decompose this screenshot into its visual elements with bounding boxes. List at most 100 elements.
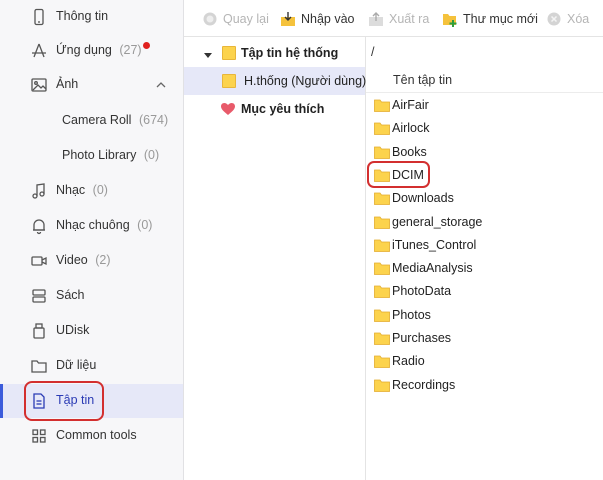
sidebar-item-label: Dữ liệu: [56, 358, 97, 372]
folder-tree: Tập tin hệ thống H.thống (Người dùng) Mụ…: [184, 37, 366, 480]
delete-button[interactable]: Xóa: [546, 9, 589, 29]
heart-icon: [220, 101, 236, 117]
sidebar-item-books[interactable]: Sách: [0, 279, 183, 313]
sidebar-item-video[interactable]: Video (2): [0, 244, 183, 278]
file-row[interactable]: iTunes_Control: [366, 234, 603, 257]
file-row[interactable]: PhotoData: [366, 280, 603, 303]
back-label: Quay lại: [223, 12, 269, 26]
file-row[interactable]: Photos: [366, 304, 603, 327]
highlight-annotation: [24, 381, 104, 421]
folder-icon: [374, 332, 390, 345]
folder-icon: [374, 285, 390, 299]
sidebar-item-count: (27): [119, 43, 142, 57]
sidebar-item-label: Ứng dụng: [56, 43, 112, 57]
folder-icon: [374, 99, 390, 112]
column-header-label: Tên tập tin: [393, 73, 453, 87]
file-name: Airlock: [392, 121, 430, 136]
grid-icon: [30, 427, 48, 445]
sidebar-item-data[interactable]: Dữ liệu: [0, 349, 183, 383]
sidebar-item-label: Video: [56, 253, 88, 267]
tree-item-system-files[interactable]: Tập tin hệ thống: [184, 39, 365, 67]
sidebar-item-apps[interactable]: Ứng dụng (27): [0, 34, 183, 68]
folder-icon: [374, 216, 390, 229]
toolbar: Quay lại Nhập vào Xuất ra Thư mục mới Xó…: [184, 0, 603, 37]
image-icon: [30, 76, 48, 94]
file-row[interactable]: Downloads: [366, 187, 603, 210]
export-button[interactable]: Xuất ra: [368, 9, 429, 29]
sidebar-item-photo-library[interactable]: Photo Library (0): [0, 139, 183, 173]
file-name: MediaAnalysis: [392, 261, 473, 276]
sidebar-item-music[interactable]: Nhạc (0): [0, 174, 183, 208]
folder-icon: [30, 357, 48, 375]
back-button[interactable]: Quay lại: [202, 9, 269, 29]
sidebar-item-udisk[interactable]: UDisk: [0, 314, 183, 348]
tree-item-user-system[interactable]: H.thống (Người dùng): [184, 67, 367, 95]
file-name: AirFair: [392, 98, 429, 112]
sidebar-item-photos[interactable]: Ảnh: [0, 68, 183, 102]
import-button[interactable]: Nhập vào: [280, 9, 355, 29]
delete-circle-icon: [546, 11, 562, 27]
new-folder-button[interactable]: Thư mục mới: [442, 9, 538, 29]
file-name: Purchases: [392, 331, 452, 345]
column-header-name[interactable]: Tên tập tin: [366, 67, 603, 93]
file-row[interactable]: Purchases: [366, 327, 603, 350]
file-name: Books: [392, 144, 427, 159]
import-icon: [280, 11, 296, 27]
phone-icon: [30, 8, 48, 26]
tree-item-favorites[interactable]: Mục yêu thích: [184, 95, 365, 123]
sidebar-item-label: Nhạc: [56, 183, 86, 197]
file-row[interactable]: Radio: [366, 350, 603, 373]
sidebar-item-info[interactable]: Thông tin: [0, 0, 183, 34]
folder-icon: [374, 122, 390, 136]
tree-item-label: Tập tin hệ thống: [241, 46, 339, 60]
sidebar-item-common-tools[interactable]: Common tools: [0, 419, 183, 453]
caret-down-icon[interactable]: [204, 49, 212, 58]
folder-icon: [222, 46, 236, 60]
folder-icon: [374, 262, 390, 275]
file-name: Downloads: [392, 191, 454, 206]
sidebar-item-count: (2): [95, 253, 111, 267]
book-icon: [30, 287, 48, 305]
file-row[interactable]: general_storage: [366, 211, 603, 234]
file-name: Radio: [392, 354, 425, 369]
folder-icon: [222, 74, 236, 88]
delete-label: Xóa: [567, 12, 590, 26]
sidebar-item-count: (0): [92, 183, 108, 197]
file-list-panel: / Tên tập tin AirFair Airlock Books DCIM Dow…: [366, 37, 603, 480]
sidebar-item-count: (674): [138, 113, 169, 127]
sidebar-item-ringtones[interactable]: Nhạc chuông (0): [0, 209, 183, 243]
apps-icon: [30, 42, 48, 60]
sidebar-item-label: Sách: [56, 288, 85, 302]
tree-item-label: H.thống (Người dùng): [244, 74, 367, 88]
file-row[interactable]: Recordings: [366, 374, 603, 397]
file-name: Photos: [392, 307, 431, 322]
sidebar-item-label: UDisk: [56, 323, 90, 337]
highlight-annotation: [367, 161, 430, 188]
export-label: Xuất ra: [389, 12, 430, 26]
new-folder-icon: [442, 11, 458, 27]
tree-item-label: Mục yêu thích: [241, 102, 325, 116]
active-indicator: [0, 384, 3, 418]
sidebar-item-camera-roll[interactable]: Camera Roll (674): [0, 104, 183, 138]
sidebar-item-label: Thông tin: [56, 9, 109, 23]
sidebar: Thông tin Ứng dụng (27) Ảnh Camera Roll …: [0, 0, 184, 480]
music-note-icon: [30, 182, 48, 200]
import-label: Nhập vào: [301, 12, 355, 26]
file-name: PhotoData: [392, 284, 452, 299]
file-row[interactable]: Airlock: [366, 117, 603, 140]
file-name: Recordings: [392, 377, 456, 392]
folder-icon: [374, 239, 390, 252]
file-name: general_storage: [392, 214, 483, 229]
file-row[interactable]: AirFair: [366, 94, 603, 117]
current-path: /: [371, 45, 375, 59]
folder-icon: [374, 309, 390, 322]
sidebar-item-count: (0): [143, 148, 160, 162]
new-folder-label: Thư mục mới: [463, 12, 538, 26]
chevron-up-icon[interactable]: [155, 79, 167, 91]
folder-icon: [374, 146, 390, 159]
file-row[interactable]: MediaAnalysis: [366, 257, 603, 280]
folder-icon: [374, 355, 390, 369]
usb-drive-icon: [30, 322, 48, 340]
bell-icon: [30, 217, 48, 235]
export-icon: [368, 11, 384, 27]
